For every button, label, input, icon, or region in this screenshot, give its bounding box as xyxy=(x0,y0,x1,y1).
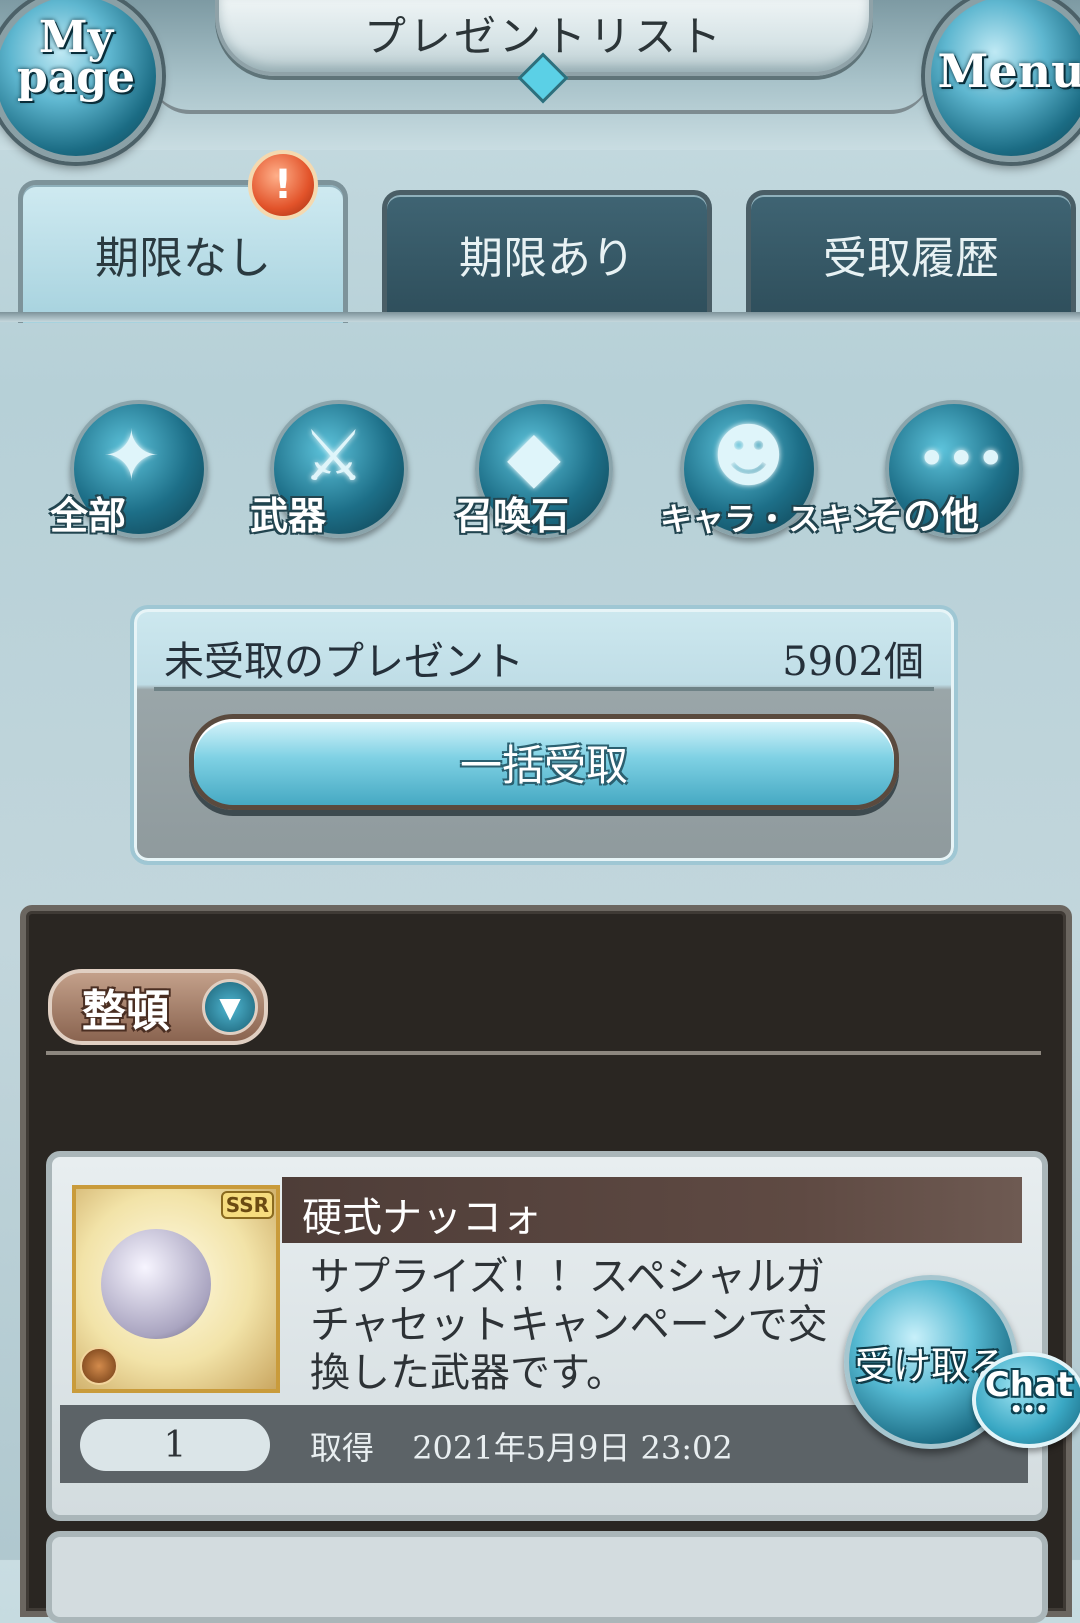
weapon-image-icon xyxy=(101,1229,211,1339)
alert-badge-icon: ! xyxy=(248,150,318,220)
mypage-label: My page xyxy=(16,12,136,103)
mypage-button[interactable]: My page xyxy=(0,0,162,162)
header: プレゼントリスト My page Menu xyxy=(0,0,1080,162)
character-silhouette-icon: ☻ xyxy=(712,415,785,497)
unclaimed-label: 未受取のプレゼント xyxy=(164,639,524,685)
unclaimed-summary: 未受取のプレゼント 5902個 一括受取 xyxy=(130,605,958,865)
category-summon-button[interactable]: ◆ 召喚石 xyxy=(445,380,615,550)
present-tabs: 期限なし 期限あり 受取履歴 xyxy=(0,180,1080,323)
chat-dots-icon: ••• xyxy=(1009,1397,1049,1421)
list-item: SSR 硬式ナッコォ サプライズ！！スペシャルガチャセットキャンペーンで交換した… xyxy=(46,1151,1048,1521)
tab-with-expiry[interactable]: 期限あり xyxy=(382,190,712,313)
divider xyxy=(46,1051,1041,1055)
claim-all-button[interactable]: 一括受取 xyxy=(189,714,899,810)
item-name: 硬式ナッコォ xyxy=(302,1195,542,1241)
sort-button[interactable]: 整頓 ▼ xyxy=(48,969,268,1045)
category-label: 召喚石 xyxy=(455,494,570,538)
list-item xyxy=(46,1531,1048,1623)
item-description: サプライズ！！スペシャルガチャセットキャンペーンで交換した武器です。 xyxy=(310,1254,828,1396)
item-name-bar: 硬式ナッコォ xyxy=(282,1177,1022,1243)
present-list-panel: 整頓 ▼ SSR 硬式ナッコォ サプライズ！！スペシャルガチャセットキャンペーン… xyxy=(20,905,1072,1623)
tab-baseline xyxy=(0,312,1080,322)
category-character-button[interactable]: ☻ キャラ・スキン xyxy=(650,380,883,550)
rarity-badge: SSR xyxy=(220,1191,274,1219)
item-quantity: 1 xyxy=(80,1419,270,1471)
divider xyxy=(154,687,934,691)
menu-button[interactable]: Menu xyxy=(925,0,1080,162)
category-label: キャラ・スキン xyxy=(660,500,884,538)
category-label: その他 xyxy=(865,494,980,538)
unclaimed-count: 5902個 xyxy=(782,639,924,685)
chevron-down-icon: ▼ xyxy=(202,979,258,1035)
category-label: 全部 xyxy=(50,494,127,538)
claim-all-label: 一括受取 xyxy=(459,740,628,790)
element-icon xyxy=(80,1347,118,1385)
category-filters: ✦ 全部 ⚔ 武器 ◆ 召喚石 ☻ キャラ・スキン ••• その他 xyxy=(40,380,1040,550)
category-label: 武器 xyxy=(250,494,327,538)
acquired-label: 取得 xyxy=(310,1429,375,1467)
ellipsis-icon: ••• xyxy=(917,430,1006,488)
category-other-button[interactable]: ••• その他 xyxy=(855,380,1025,550)
sort-label: 整頓 xyxy=(82,986,170,1037)
tab-label: 期限あり xyxy=(459,233,635,284)
tab-history[interactable]: 受取履歴 xyxy=(746,190,1076,313)
acquired-info: 取得 2021年5月9日 23:02 xyxy=(310,1423,733,1469)
tab-label: 受取履歴 xyxy=(823,233,999,284)
item-thumbnail[interactable]: SSR xyxy=(72,1185,280,1393)
category-weapon-button[interactable]: ⚔ 武器 xyxy=(240,380,410,550)
acquired-date: 2021年5月9日 23:02 xyxy=(412,1429,733,1467)
category-all-button[interactable]: ✦ 全部 xyxy=(40,380,210,550)
chat-button[interactable]: Chat ••• xyxy=(972,1352,1080,1448)
tab-label: 期限なし xyxy=(95,233,271,284)
menu-label: Menu xyxy=(937,44,1080,98)
